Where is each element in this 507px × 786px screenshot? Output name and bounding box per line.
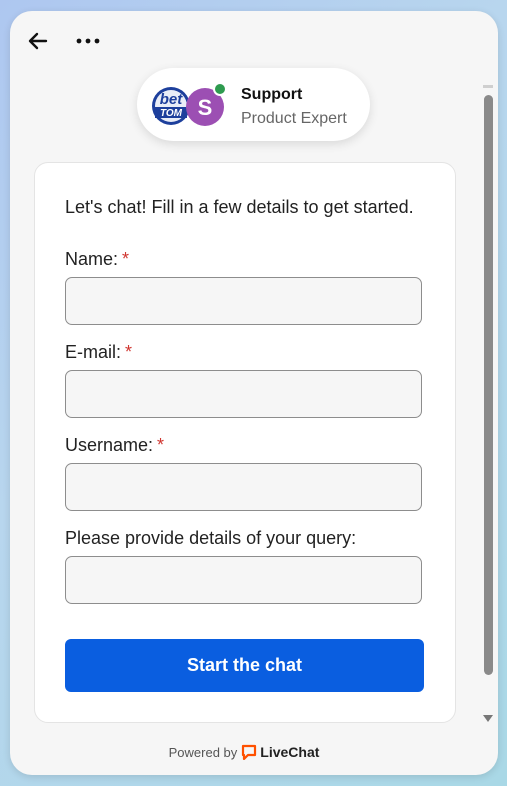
online-status-icon [213,82,227,96]
username-label-text: Username: [65,435,154,455]
required-marker: * [122,249,130,269]
required-marker: * [157,435,165,455]
name-label-text: Name: [65,249,119,269]
logo-text-top: bet [160,91,184,108]
scrollbar-thumb[interactable] [484,95,493,675]
chat-widget: bet TOM S Support Product Expert Let's c… [10,11,498,775]
livechat-icon [242,744,257,760]
livechat-brand-link[interactable]: LiveChat [260,744,319,760]
form-intro: Let's chat! Fill in a few details to get… [65,197,414,217]
start-chat-button[interactable]: Start the chat [65,639,424,692]
query-label: Please provide details of your query: [65,528,356,549]
agent-role: Product Expert [241,110,347,127]
prechat-form: Let's chat! Fill in a few details to get… [34,162,456,723]
name-label: Name: * [65,249,129,270]
username-label: Username: * [65,435,164,456]
agent-avatar-group: bet TOM S [151,82,229,130]
avatar-initial: S [198,95,213,120]
query-field[interactable] [65,556,422,604]
scroll-up-arrow-icon[interactable] [482,83,494,93]
email-label-text: E-mail: [65,342,122,362]
name-field[interactable] [65,277,422,325]
scrollbar[interactable] [482,83,494,733]
logo-text-bottom: TOM [160,108,183,119]
query-label-text: Please provide details of your query: [65,528,357,548]
more-options-button[interactable] [74,29,102,53]
back-button[interactable] [26,29,50,53]
bettom-logo: bet TOM [152,87,190,125]
more-dots-icon [76,38,100,44]
email-field[interactable] [65,370,422,418]
email-label: E-mail: * [65,342,132,363]
required-marker: * [125,342,133,362]
powered-by-text: Powered by [168,745,238,760]
agent-header: bet TOM S Support Product Expert [137,68,370,141]
powered-by-footer: Powered by LiveChat [10,744,478,760]
arrow-left-icon [28,32,48,50]
scroll-down-arrow-icon[interactable] [482,713,494,723]
username-field[interactable] [65,463,422,511]
agent-name: Support [241,86,303,103]
